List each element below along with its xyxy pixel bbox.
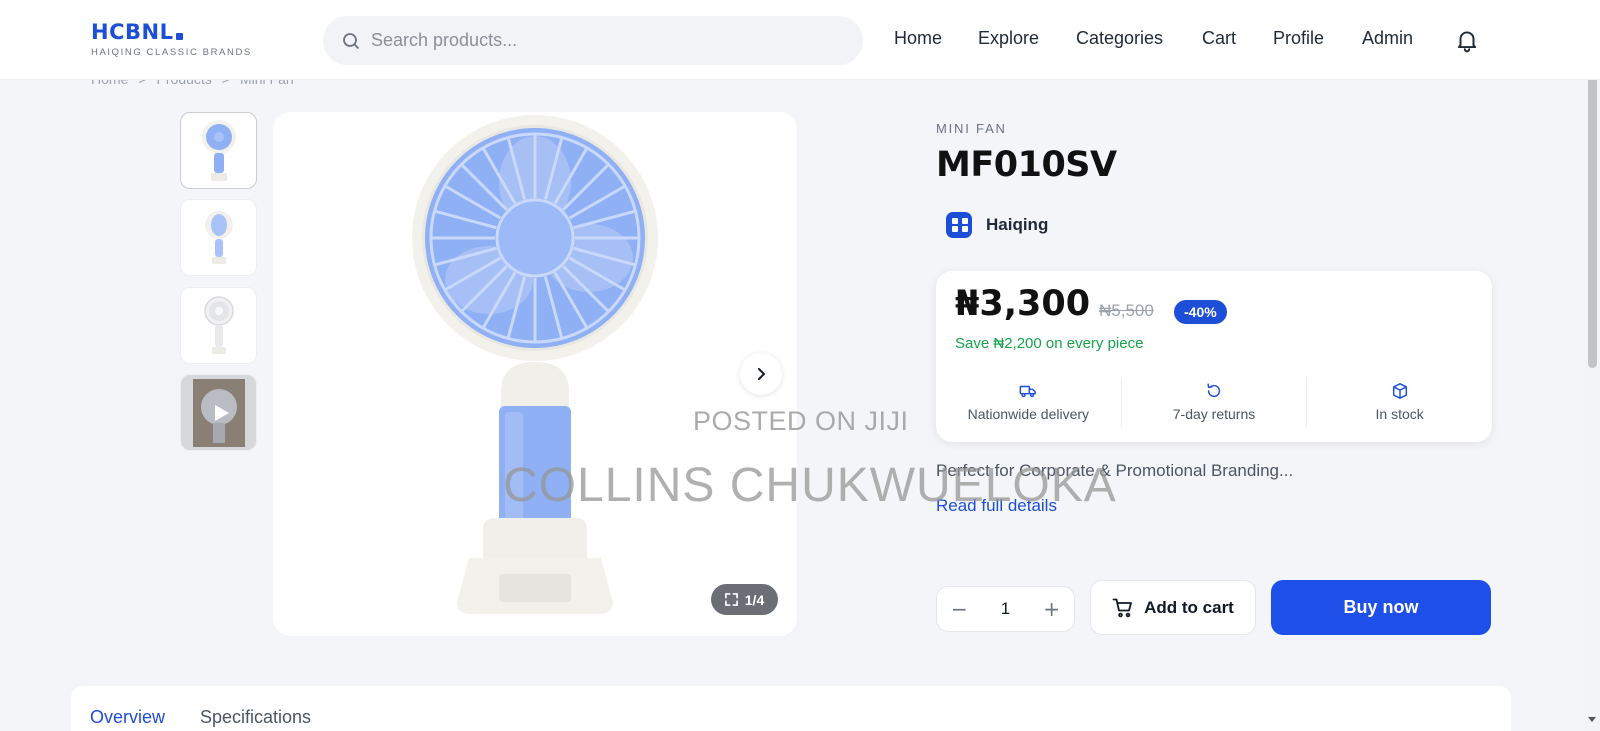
- nav-cart[interactable]: Cart: [1202, 28, 1236, 49]
- product-title: MF010SV: [936, 145, 1117, 185]
- tab-specifications[interactable]: Specifications: [200, 707, 311, 728]
- bell-icon[interactable]: [1454, 27, 1480, 53]
- nav-profile[interactable]: Profile: [1273, 28, 1324, 49]
- search-input[interactable]: [371, 30, 811, 51]
- nav-explore[interactable]: Explore: [978, 28, 1039, 49]
- current-price: ₦3,300: [955, 284, 1091, 324]
- image-counter-text: 1/4: [744, 591, 765, 608]
- fan-thumbnail-image: [203, 295, 234, 354]
- nav-home[interactable]: Home: [894, 28, 942, 49]
- tab-overview[interactable]: Overview: [90, 707, 165, 728]
- feature-label: 7-day returns: [1172, 406, 1256, 422]
- feature-label: Nationwide delivery: [967, 406, 1090, 422]
- expand-icon: [724, 593, 738, 606]
- brand-name: Haiqing: [986, 215, 1049, 234]
- scroll-thumb[interactable]: [1588, 38, 1597, 368]
- page-scrollbar[interactable]: [1585, 0, 1600, 731]
- read-more-link[interactable]: Read full details: [936, 496, 1057, 516]
- scroll-down-icon[interactable]: [1588, 717, 1596, 722]
- thumbnail-video[interactable]: [180, 374, 257, 451]
- brand-logo[interactable]: HCBNL HAIQING CLASSIC BRANDS: [91, 20, 252, 58]
- chevron-right-icon: [758, 368, 765, 380]
- feature-delivery: Nationwide delivery: [936, 377, 1121, 427]
- box-icon: [1392, 383, 1407, 399]
- increment-button[interactable]: +: [1043, 597, 1060, 621]
- logo-dot: [176, 32, 184, 40]
- nav-admin[interactable]: Admin: [1362, 28, 1413, 49]
- fan-product-image: [412, 115, 658, 614]
- product-category: MINI FAN: [936, 121, 1007, 136]
- quantity-stepper: − 1 +: [936, 586, 1075, 632]
- thumbnail-3[interactable]: [180, 287, 257, 364]
- feature-list: Nationwide delivery 7-day returns In sto…: [936, 377, 1492, 427]
- next-image-button[interactable]: [740, 353, 782, 395]
- search-icon: [343, 32, 360, 49]
- quantity-value[interactable]: 1: [1001, 599, 1010, 619]
- thumbnail-2[interactable]: [180, 199, 257, 276]
- fan-thumbnail-image: [201, 119, 236, 181]
- product-description: Perfect for Corporate & Promotional Bran…: [936, 461, 1294, 480]
- cart-icon: [1112, 598, 1133, 617]
- main-product-image[interactable]: [273, 112, 797, 636]
- logo-tagline: HAIQING CLASSIC BRANDS: [91, 47, 252, 58]
- logo-text: HCBNL: [91, 20, 174, 44]
- price-card: ₦3,300 ₦5,500 -40% Save ₦2,200 on every …: [936, 271, 1492, 442]
- add-to-cart-button[interactable]: Add to cart: [1090, 580, 1256, 635]
- truck-icon: [1019, 385, 1037, 398]
- discount-badge: -40%: [1174, 300, 1227, 324]
- buy-now-button[interactable]: Buy now: [1271, 580, 1491, 635]
- return-icon: [1207, 383, 1221, 398]
- fan-thumbnail-image: [204, 210, 233, 264]
- product-tabs: Overview Specifications: [71, 686, 1511, 731]
- brand-row[interactable]: Haiqing: [946, 212, 1048, 238]
- feature-stock: In stock: [1306, 377, 1492, 427]
- image-counter[interactable]: 1/4: [711, 584, 778, 615]
- top-header: HCBNL HAIQING CLASSIC BRANDS Home Explor…: [0, 0, 1600, 80]
- add-to-cart-label: Add to cart: [1144, 597, 1234, 617]
- decrement-button[interactable]: −: [951, 597, 968, 621]
- search-bar[interactable]: [323, 16, 863, 65]
- old-price: ₦5,500: [1099, 301, 1154, 320]
- play-icon: [215, 405, 229, 421]
- feature-label: In stock: [1375, 406, 1424, 422]
- savings-text: Save ₦2,200 on every piece: [955, 335, 1144, 352]
- brand-icon: [946, 212, 972, 238]
- feature-returns: 7-day returns: [1120, 377, 1307, 427]
- thumbnail-1[interactable]: [180, 112, 257, 189]
- nav-categories[interactable]: Categories: [1076, 28, 1163, 49]
